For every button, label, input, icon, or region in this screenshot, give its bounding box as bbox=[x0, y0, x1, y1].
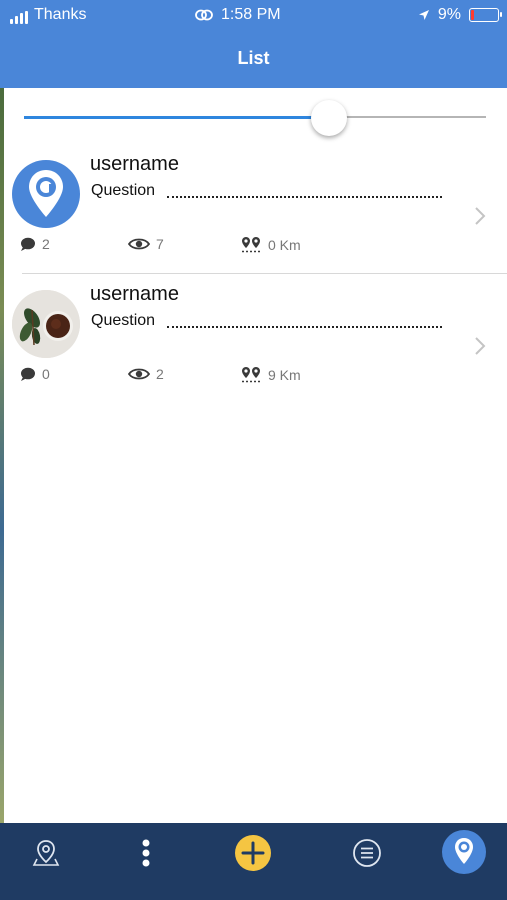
distance-pins-icon bbox=[242, 237, 261, 253]
link-icon bbox=[195, 9, 213, 21]
add-icon bbox=[235, 835, 271, 871]
list-divider bbox=[22, 273, 507, 274]
distance-stat: 9 Km bbox=[241, 366, 301, 383]
app-pin-logo-icon bbox=[29, 170, 63, 217]
distance-stat: 0 Km bbox=[241, 236, 301, 253]
status-right: 9% bbox=[418, 6, 502, 24]
item-stats: 2 7 0 Km bbox=[0, 236, 507, 256]
location-arrow-icon bbox=[418, 10, 429, 20]
comment-icon bbox=[21, 367, 35, 381]
list-item[interactable]: username Question 2 7 0 Km bbox=[0, 148, 507, 276]
distance-value: 0 Km bbox=[268, 236, 301, 253]
eye-icon bbox=[128, 368, 150, 380]
tab-add[interactable] bbox=[233, 833, 273, 873]
signal-icon bbox=[10, 11, 28, 24]
question-dots bbox=[167, 196, 442, 198]
views-stat: 7 bbox=[128, 236, 164, 252]
map-pin-icon bbox=[32, 840, 60, 866]
item-stats: 0 2 9 Km bbox=[0, 366, 507, 386]
chevron-right-icon bbox=[475, 207, 486, 225]
question-dots bbox=[167, 326, 442, 328]
avatar bbox=[12, 290, 80, 358]
battery-level bbox=[471, 10, 474, 20]
status-left: Thanks bbox=[10, 6, 86, 24]
slider-fill bbox=[24, 116, 329, 119]
battery-icon bbox=[469, 8, 502, 22]
views-stat: 2 bbox=[128, 366, 164, 382]
comments-stat: 2 bbox=[20, 236, 50, 252]
status-bar: Thanks 1:58 PM 9% bbox=[0, 0, 507, 30]
carrier-name: Thanks bbox=[34, 6, 87, 23]
list-item[interactable]: username Question 0 2 9 Km bbox=[0, 278, 507, 406]
more-vertical-icon bbox=[142, 839, 150, 867]
tab-bar bbox=[0, 823, 507, 900]
view-count: 2 bbox=[156, 366, 164, 382]
tab-list[interactable] bbox=[347, 833, 387, 873]
username: username bbox=[90, 153, 179, 175]
comments-stat: 0 bbox=[20, 366, 50, 382]
status-time: 1:58 PM bbox=[221, 6, 281, 23]
avatar bbox=[12, 160, 80, 228]
eye-icon bbox=[128, 238, 150, 250]
question-text: Question bbox=[91, 182, 156, 199]
page-title: List bbox=[237, 48, 270, 68]
slider-thumb[interactable] bbox=[310, 100, 347, 136]
coffee-photo-icon bbox=[12, 290, 80, 358]
tab-more[interactable] bbox=[126, 833, 166, 873]
question-text: Question bbox=[91, 312, 156, 329]
comment-count: 2 bbox=[42, 236, 50, 252]
app-logo-icon bbox=[442, 830, 486, 874]
username: username bbox=[90, 283, 179, 305]
list-icon bbox=[353, 839, 381, 867]
distance-value: 9 Km bbox=[268, 366, 301, 383]
distance-pins-icon bbox=[242, 367, 261, 383]
distance-slider[interactable] bbox=[24, 100, 486, 136]
chevron-right-icon bbox=[475, 337, 486, 355]
comment-icon bbox=[21, 237, 35, 251]
status-center: 1:58 PM bbox=[195, 6, 281, 24]
battery-percent: 9% bbox=[437, 6, 461, 23]
view-count: 7 bbox=[156, 236, 164, 252]
tab-map[interactable] bbox=[26, 833, 66, 873]
tab-home[interactable] bbox=[442, 830, 486, 874]
header: Thanks 1:58 PM 9% List bbox=[0, 0, 507, 88]
comment-count: 0 bbox=[42, 366, 50, 382]
